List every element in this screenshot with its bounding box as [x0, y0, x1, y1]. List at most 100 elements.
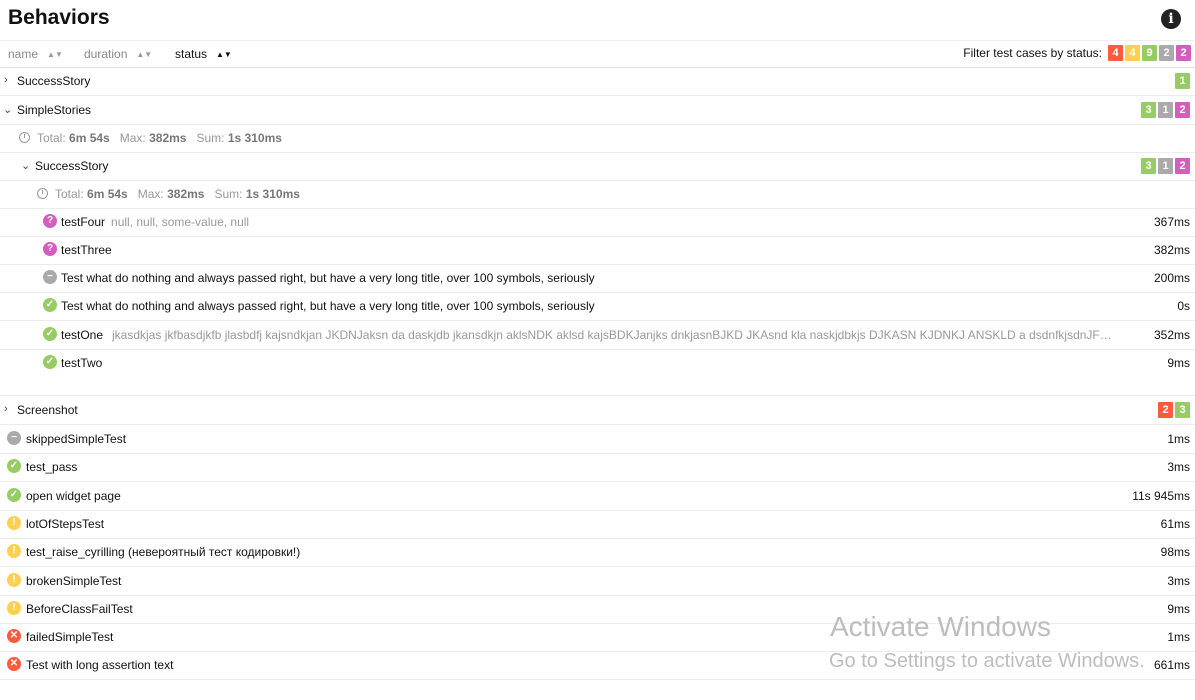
passed-icon: ✓ — [7, 488, 21, 502]
test-duration: 61ms — [1160, 517, 1190, 531]
sort-by-name[interactable]: name ▲▼ — [8, 47, 63, 61]
test-row[interactable]: − Test what do nothing and always passed… — [0, 264, 1195, 293]
skipped-count-badge: 1 — [1158, 102, 1173, 118]
broken-icon: ! — [7, 601, 21, 615]
sum-value: 1s 310ms — [227, 131, 282, 145]
filter-failed-toggle[interactable]: 4 — [1108, 45, 1123, 61]
subgroup-badges: 3 1 2 — [1139, 158, 1190, 174]
test-row[interactable]: ✓ testTwo 9ms — [0, 349, 1195, 396]
test-params: jkasdkjas jkfbasdjkfb jlasbdfj kajsndkja… — [112, 328, 1112, 342]
clock-icon — [37, 188, 48, 199]
page-title: Behaviors — [8, 6, 110, 29]
sort-status-label: status — [175, 47, 208, 61]
group-name: Screenshot — [17, 403, 78, 417]
test-row[interactable]: ? testThree 382ms — [0, 236, 1195, 265]
test-row[interactable]: ✓ testOne jkasdkjas jkfbasdjkfb jlasbdfj… — [0, 321, 1195, 350]
test-name: testFour — [61, 215, 106, 229]
sum-label: Sum: — [196, 131, 225, 145]
subgroup-name: SuccessStory — [35, 159, 109, 173]
failed-icon: ✕ — [7, 657, 21, 671]
unknown-icon: ? — [43, 214, 57, 228]
group-name: SuccessStory — [17, 74, 91, 88]
test-row[interactable]: ! test_raise_cyrilling (невероятный тест… — [0, 538, 1195, 567]
filter-broken-toggle[interactable]: 4 — [1125, 45, 1140, 61]
test-row[interactable]: ✓ open widget page 11s 945ms — [0, 482, 1195, 511]
sum-value: 1s 310ms — [245, 187, 300, 201]
sort-arrows-icon: ▲▼ — [47, 50, 63, 59]
test-duration: 382ms — [1153, 243, 1190, 257]
test-name: lotOfStepsTest — [26, 517, 105, 531]
test-name: open widget page — [26, 489, 121, 503]
unknown-count-badge: 2 — [1175, 102, 1190, 118]
test-row[interactable]: ! brokenSimpleTest 3ms — [0, 567, 1195, 596]
test-name: testTwo — [61, 356, 103, 370]
test-name: test_raise_cyrilling (невероятный тест к… — [26, 545, 301, 559]
broken-icon: ! — [7, 573, 21, 587]
max-value: 382ms — [167, 187, 205, 201]
test-duration: 3ms — [1167, 574, 1190, 588]
broken-icon: ! — [7, 544, 21, 558]
info-icon[interactable]: i — [1161, 9, 1181, 29]
sort-by-duration[interactable]: duration ▲▼ — [84, 47, 152, 61]
total-value: 6m 54s — [69, 131, 110, 145]
test-duration: 352ms — [1153, 328, 1190, 342]
passed-icon: ✓ — [43, 298, 57, 312]
windows-activation-hint: Go to Settings to activate Windows. — [829, 650, 1145, 672]
test-duration: 9ms — [1167, 356, 1190, 370]
unknown-icon: ? — [43, 242, 57, 256]
test-duration: 661ms — [1153, 658, 1190, 672]
test-duration: 0s — [1177, 299, 1190, 313]
test-row[interactable]: ✓ test_pass 3ms — [0, 453, 1195, 482]
windows-activation-watermark: Activate Windows — [830, 611, 1051, 642]
test-name: testThree — [61, 243, 112, 257]
test-duration: 3ms — [1167, 460, 1190, 474]
subgroup-row-successstory[interactable]: ⌄ SuccessStory 3 1 2 — [0, 152, 1195, 181]
test-row[interactable]: ✓ Test what do nothing and always passed… — [0, 292, 1195, 321]
passed-count-badge: 3 — [1175, 402, 1190, 418]
test-name: testOne — [61, 328, 104, 342]
group-badges: 1 — [1173, 73, 1190, 89]
group-row-simplestories[interactable]: ⌄ SimpleStories 3 1 2 — [0, 96, 1195, 125]
status-filter: Filter test cases by status: 4 4 9 2 2 — [963, 45, 1191, 61]
test-name: failedSimpleTest — [26, 630, 114, 644]
filter-skipped-toggle[interactable]: 2 — [1159, 45, 1174, 61]
test-name: Test with long assertion text — [26, 658, 174, 672]
test-row[interactable]: ? testFour null, null, some-value, null 3… — [0, 208, 1195, 237]
test-row[interactable]: ! lotOfStepsTest 61ms — [0, 510, 1195, 539]
group-row-successstory[interactable]: › SuccessStory 1 — [0, 67, 1195, 96]
group-badges: 2 3 — [1156, 402, 1190, 418]
total-value: 6m 54s — [87, 187, 128, 201]
passed-icon: ✓ — [43, 327, 57, 341]
stats-line: Total: 6m 54s Max: 382ms Sum: 1s 310ms — [19, 131, 282, 145]
test-duration: 1ms — [1167, 432, 1190, 446]
test-row[interactable]: − skippedSimpleTest 1ms — [0, 425, 1195, 454]
test-duration: 11s 945ms — [1132, 489, 1190, 503]
test-name: brokenSimpleTest — [26, 574, 122, 588]
sort-by-status[interactable]: status ▲▼ — [175, 47, 232, 61]
skipped-icon: − — [43, 270, 57, 284]
test-name: skippedSimpleTest — [26, 432, 127, 446]
failed-count-badge: 2 — [1158, 402, 1173, 418]
passed-count-badge: 1 — [1175, 73, 1190, 89]
total-label: Total: — [55, 187, 84, 201]
filter-passed-toggle[interactable]: 9 — [1142, 45, 1157, 61]
group-name: SimpleStories — [17, 103, 92, 117]
test-duration: 98ms — [1160, 545, 1190, 559]
failed-icon: ✕ — [7, 629, 21, 643]
stats-line: Total: 6m 54s Max: 382ms Sum: 1s 310ms — [37, 187, 300, 201]
test-name: Test what do nothing and always passed r… — [61, 271, 595, 285]
test-duration: 200ms — [1153, 271, 1190, 285]
chevron-down-icon: ⌄ — [3, 104, 13, 116]
page-header: Behaviors i — [0, 0, 1195, 41]
group-row-screenshot[interactable]: › Screenshot 2 3 — [0, 396, 1195, 425]
sort-duration-label: duration — [84, 47, 128, 61]
max-value: 382ms — [149, 131, 187, 145]
sort-arrows-icon: ▲▼ — [136, 50, 153, 59]
sort-name-label: name — [8, 47, 39, 61]
unknown-count-badge: 2 — [1175, 158, 1190, 174]
filter-unknown-toggle[interactable]: 2 — [1176, 45, 1191, 61]
test-duration: 1ms — [1167, 630, 1190, 644]
skipped-icon: − — [7, 431, 21, 445]
clock-icon — [19, 132, 30, 143]
group-stats: Total: 6m 54s Max: 382ms Sum: 1s 310ms — [0, 124, 1195, 153]
